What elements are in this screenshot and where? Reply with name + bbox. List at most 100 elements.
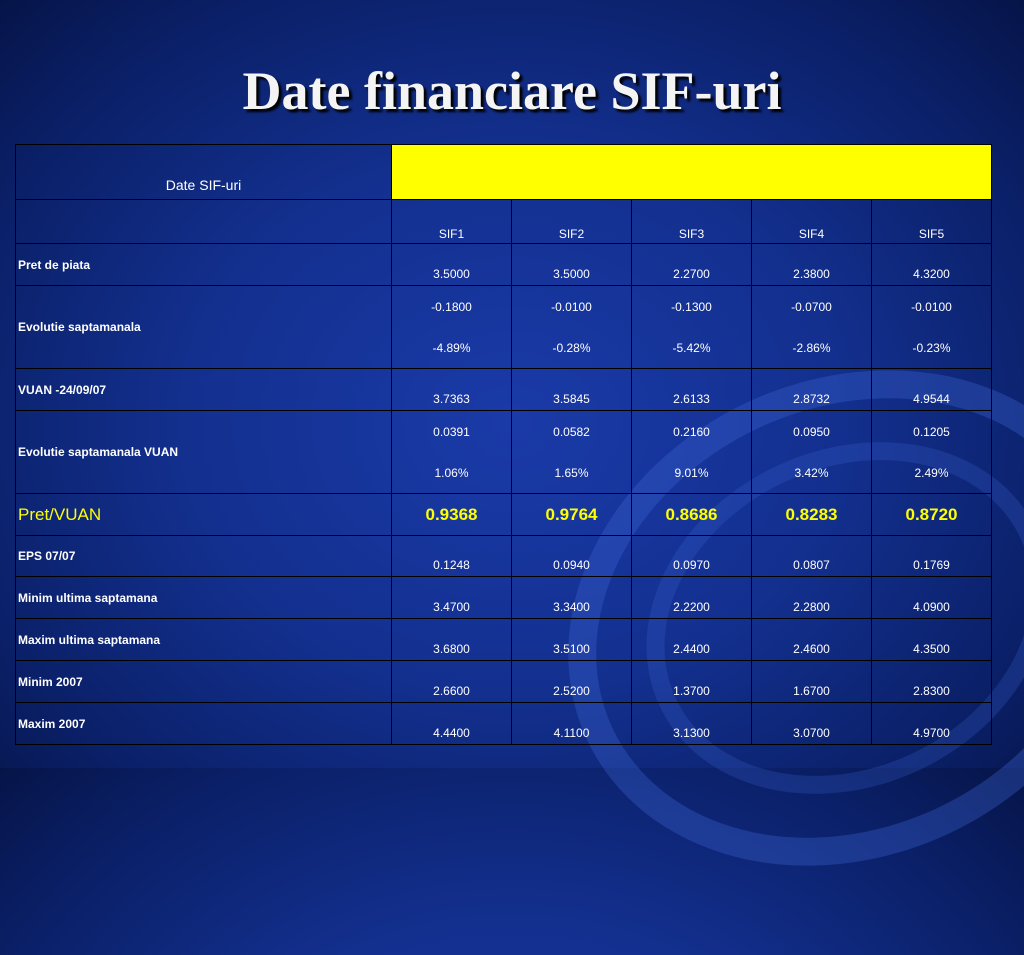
table-cell: -0.0700 -2.86% xyxy=(751,285,872,369)
table-cell: 0.0940 xyxy=(511,535,632,577)
table-row: Pret de piata 3.5000 3.5000 2.2700 2.380… xyxy=(15,243,992,286)
table-cell: -0.1800 -4.89% xyxy=(391,285,512,369)
table-row: Minim 2007 2.6600 2.5200 1.3700 1.6700 2… xyxy=(15,660,992,703)
cell-value: 0.1205 xyxy=(913,425,950,439)
table-cell: 2.2700 xyxy=(631,243,752,286)
table-cell: 4.1100 xyxy=(511,702,632,745)
table-cell: 2.3800 xyxy=(751,243,872,286)
cell-value: -0.0100 xyxy=(911,300,952,314)
table-cell: 4.9544 xyxy=(871,368,992,411)
table-cell: 4.4400 xyxy=(391,702,512,745)
cell-percent: -2.86% xyxy=(792,341,831,355)
table-row: EPS 07/07 0.1248 0.0940 0.0970 0.0807 0.… xyxy=(15,535,992,577)
column-header-sif1: SIF1 xyxy=(391,199,512,244)
cell-percent: 9.01% xyxy=(674,466,709,480)
row-label: Maxim ultima saptamana xyxy=(15,618,392,661)
slide-title: Date financiare SIF-uri xyxy=(242,61,782,121)
row-label: VUAN -24/09/07 xyxy=(15,368,392,411)
row-label: Minim 2007 xyxy=(15,660,392,703)
table-cell: 2.4400 xyxy=(631,618,752,661)
table-cell: 0.1205 2.49% xyxy=(871,410,992,494)
column-header-row: SIF1 SIF2 SIF3 SIF4 SIF5 xyxy=(15,199,992,244)
table-cell: 0.0950 3.42% xyxy=(751,410,872,494)
table-cell: 3.7363 xyxy=(391,368,512,411)
column-header-sif5: SIF5 xyxy=(871,199,992,244)
cell-percent: -5.42% xyxy=(672,341,711,355)
cell-percent: 1.06% xyxy=(434,466,469,480)
table-row: Maxim ultima saptamana 3.6800 3.5100 2.4… xyxy=(15,618,992,661)
cell-value: 0.2160 xyxy=(673,425,710,439)
table-row: Evolutie saptamanala -0.1800 -4.89% -0.01… xyxy=(15,285,992,369)
table-cell: 3.5000 xyxy=(511,243,632,286)
cell-value: 0.0950 xyxy=(793,425,830,439)
table-cell: 0.1248 xyxy=(391,535,512,577)
cell-percent: 3.42% xyxy=(794,466,829,480)
column-header-sif3: SIF3 xyxy=(631,199,752,244)
row-label: Pret de piata xyxy=(15,243,392,286)
cell-value: 0.0582 xyxy=(553,425,590,439)
table-row: Evolutie saptamanala VUAN 0.0391 1.06% 0.… xyxy=(15,410,992,494)
table-cell: 0.2160 9.01% xyxy=(631,410,752,494)
table-cell: 3.5100 xyxy=(511,618,632,661)
table-cell: 3.3400 xyxy=(511,576,632,619)
column-header-empty xyxy=(15,199,392,244)
table-row-highlight: Pret/VUAN 0.9368 0.9764 0.8686 0.8283 0.… xyxy=(15,493,992,536)
table-cell: -0.0100 -0.28% xyxy=(511,285,632,369)
row-label: Evolutie saptamanala xyxy=(15,285,392,369)
table-cell: 0.8686 xyxy=(631,493,752,536)
row-label: Pret/VUAN xyxy=(15,493,392,536)
table-cell: 1.3700 xyxy=(631,660,752,703)
table-row: VUAN -24/09/07 3.7363 3.5845 2.6133 2.87… xyxy=(15,368,992,411)
table-cell: 0.8283 xyxy=(751,493,872,536)
cell-value: -0.1800 xyxy=(431,300,472,314)
cell-value: 0.0391 xyxy=(433,425,470,439)
table-cell: 3.0700 xyxy=(751,702,872,745)
table-cell: 3.5000 xyxy=(391,243,512,286)
cell-percent: -4.89% xyxy=(432,341,471,355)
table-header-row: Date SIF-uri 01-Oct-07 xyxy=(15,144,992,200)
table-row: Maxim 2007 4.4400 4.1100 3.1300 3.0700 4… xyxy=(15,702,992,745)
table-cell: 4.3500 xyxy=(871,618,992,661)
table-cell: 2.6133 xyxy=(631,368,752,411)
column-header-sif4: SIF4 xyxy=(751,199,872,244)
cell-value: -0.0100 xyxy=(551,300,592,314)
cell-percent: -0.23% xyxy=(912,341,951,355)
table-cell: 0.9764 xyxy=(511,493,632,536)
table-cell: 4.0900 xyxy=(871,576,992,619)
table-cell: 2.5200 xyxy=(511,660,632,703)
table-cell: 2.6600 xyxy=(391,660,512,703)
table-cell: 2.8732 xyxy=(751,368,872,411)
table-cell: 2.2200 xyxy=(631,576,752,619)
table-cell: 1.6700 xyxy=(751,660,872,703)
table-cell: 0.0391 1.06% xyxy=(391,410,512,494)
cell-percent: 2.49% xyxy=(914,466,949,480)
row-label: EPS 07/07 xyxy=(15,535,392,577)
table-cell: 4.9700 xyxy=(871,702,992,745)
financial-data-table: Date SIF-uri 01-Oct-07 SIF1 SIF2 SIF3 SI… xyxy=(15,144,992,745)
cell-percent: -0.28% xyxy=(552,341,591,355)
table-cell: 3.1300 xyxy=(631,702,752,745)
cell-value: -0.1300 xyxy=(671,300,712,314)
table-cell: -0.1300 -5.42% xyxy=(631,285,752,369)
cell-percent: 1.65% xyxy=(554,466,589,480)
table-cell: 0.0970 xyxy=(631,535,752,577)
row-label: Maxim 2007 xyxy=(15,702,392,745)
table-cell: 3.4700 xyxy=(391,576,512,619)
table-row: Minim ultima saptamana 3.4700 3.3400 2.2… xyxy=(15,576,992,619)
table-cell: 3.5845 xyxy=(511,368,632,411)
table-cell: 4.3200 xyxy=(871,243,992,286)
row-label: Evolutie saptamanala VUAN xyxy=(15,410,392,494)
table-cell: 0.9368 xyxy=(391,493,512,536)
column-header-sif2: SIF2 xyxy=(511,199,632,244)
header-label: Date SIF-uri xyxy=(15,144,392,200)
table-cell: 2.4600 xyxy=(751,618,872,661)
table-cell: 0.0582 1.65% xyxy=(511,410,632,494)
row-label: Minim ultima saptamana xyxy=(15,576,392,619)
cell-value: -0.0700 xyxy=(791,300,832,314)
table-cell: 2.2800 xyxy=(751,576,872,619)
header-date: 01-Oct-07 xyxy=(391,144,992,200)
table-cell: 3.6800 xyxy=(391,618,512,661)
table-cell: 0.8720 xyxy=(871,493,992,536)
table-cell: 0.0807 xyxy=(751,535,872,577)
table-cell: 0.1769 xyxy=(871,535,992,577)
